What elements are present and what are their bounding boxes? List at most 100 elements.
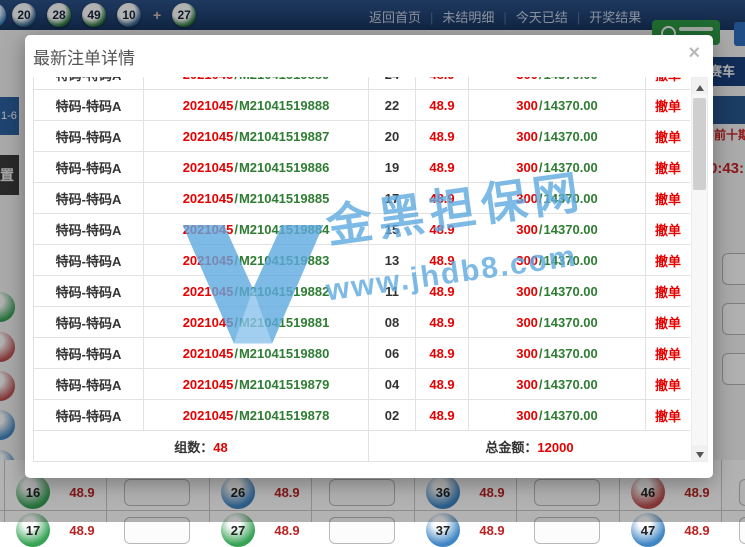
bet-row: 特码-特码A 2021045/M21041519887 20 48.9 300/… (34, 121, 691, 152)
odds-value: 48.9 (429, 129, 454, 144)
cancel-order-link[interactable]: 撤单 (655, 347, 681, 362)
bet-type: 特码-特码A (56, 254, 122, 269)
slash: / (539, 77, 543, 82)
bet-amount: 300 (516, 77, 538, 82)
slash: / (539, 284, 543, 299)
bet-row: 特码-特码A 2021045/M21041519889 24 48.9 300/… (34, 77, 691, 90)
cancel-order-link[interactable]: 撤单 (655, 99, 681, 114)
slash: / (539, 191, 543, 206)
bet-amount: 300 (516, 346, 538, 361)
bet-type: 特码-特码A (56, 409, 122, 424)
groups-label: 组数： (174, 440, 213, 455)
order-number: M21041519878 (239, 408, 329, 423)
period-number: 2021045 (183, 98, 234, 113)
odds-value: 48.9 (429, 160, 454, 175)
slash: / (539, 160, 543, 175)
cancel-order-link[interactable]: 撤单 (655, 192, 681, 207)
period-number: 2021045 (183, 315, 234, 330)
order-number: M21041519879 (239, 377, 329, 392)
cancel-order-link[interactable]: 撤单 (655, 77, 681, 83)
slash: / (539, 346, 543, 361)
bet-number: 20 (385, 129, 399, 144)
total-amount: 14370.00 (544, 408, 598, 423)
cancel-order-link[interactable]: 撤单 (655, 161, 681, 176)
bet-amount: 300 (516, 222, 538, 237)
bet-row: 特码-特码A 2021045/M21041519884 15 48.9 300/… (34, 214, 691, 245)
slash: / (234, 284, 238, 299)
odds-value: 48.9 (429, 284, 454, 299)
period-number: 2021045 (183, 77, 234, 82)
slash: / (234, 315, 238, 330)
cancel-order-link[interactable]: 撤单 (655, 285, 681, 300)
slash: / (539, 315, 543, 330)
bet-number: 11 (385, 284, 399, 299)
bet-row: 特码-特码A 2021045/M21041519885 17 48.9 300/… (34, 183, 691, 214)
cancel-order-link[interactable]: 撤单 (655, 316, 681, 331)
cancel-order-link[interactable]: 撤单 (655, 254, 681, 269)
period-number: 2021045 (183, 284, 234, 299)
cancel-order-link[interactable]: 撤单 (655, 223, 681, 238)
period-number: 2021045 (183, 346, 234, 361)
slash: / (234, 191, 238, 206)
bet-amount: 300 (516, 377, 538, 392)
bet-row: 特码-特码A 2021045/M21041519879 04 48.9 300/… (34, 369, 691, 400)
total-amount: 14370.00 (544, 222, 598, 237)
period-number: 2021045 (183, 160, 234, 175)
bet-table: 特码-特码A 2021045/M21041519889 24 48.9 300/… (33, 77, 690, 462)
slash: / (234, 222, 238, 237)
modal-title: 最新注单详情 (33, 44, 135, 69)
bet-type: 特码-特码A (56, 378, 122, 393)
slash: / (539, 377, 543, 392)
odds-value: 48.9 (429, 377, 454, 392)
bet-type: 特码-特码A (56, 130, 122, 145)
odds-value: 48.9 (429, 98, 454, 113)
cancel-order-link[interactable]: 撤单 (655, 130, 681, 145)
bet-type: 特码-特码A (56, 223, 122, 238)
total-amount: 14370.00 (544, 191, 598, 206)
bet-amount: 300 (516, 284, 538, 299)
cancel-order-link[interactable]: 撤单 (655, 409, 681, 424)
bet-amount: 300 (516, 98, 538, 113)
order-number: M21041519883 (239, 253, 329, 268)
slash: / (234, 77, 238, 82)
slash: / (539, 253, 543, 268)
period-number: 2021045 (183, 129, 234, 144)
period-number: 2021045 (183, 408, 234, 423)
groups-value: 48 (213, 440, 227, 455)
slash: / (234, 129, 238, 144)
bet-amount: 300 (516, 191, 538, 206)
grid-odds: 48.9 (470, 523, 514, 538)
odds-value: 48.9 (429, 253, 454, 268)
table-scrollbar[interactable] (691, 77, 708, 462)
cancel-order-link[interactable]: 撤单 (655, 378, 681, 393)
bet-number: 08 (385, 315, 399, 330)
order-number: M21041519884 (239, 222, 329, 237)
bet-type: 特码-特码A (56, 192, 122, 207)
order-number: M21041519882 (239, 284, 329, 299)
bet-number: 02 (385, 408, 399, 423)
order-number: M21041519888 (239, 98, 329, 113)
bet-type: 特码-特码A (56, 77, 122, 83)
scroll-thumb[interactable] (693, 98, 706, 190)
bet-row: 特码-特码A 2021045/M21041519878 02 48.9 300/… (34, 400, 691, 431)
scroll-down-arrow-icon[interactable] (692, 445, 707, 461)
slash: / (234, 160, 238, 175)
bet-row: 特码-特码A 2021045/M21041519888 22 48.9 300/… (34, 90, 691, 121)
bet-amount: 300 (516, 315, 538, 330)
grid-odds: 48.9 (265, 523, 309, 538)
bet-type: 特码-特码A (56, 316, 122, 331)
total-label: 总金额： (485, 440, 537, 455)
total-value: 12000 (537, 440, 573, 455)
odds-value: 48.9 (429, 346, 454, 361)
total-amount: 14370.00 (544, 77, 598, 82)
scroll-up-arrow-icon[interactable] (692, 78, 707, 94)
bet-number: 17 (385, 191, 399, 206)
order-number: M21041519880 (239, 346, 329, 361)
slash: / (234, 408, 238, 423)
bet-number: 22 (385, 98, 399, 113)
bet-row: 特码-特码A 2021045/M21041519880 06 48.9 300/… (34, 338, 691, 369)
bet-amount: 300 (516, 408, 538, 423)
bet-number: 13 (385, 253, 399, 268)
bet-details-modal: 最新注单详情 × 特码-特码A 2021045/M21041519889 24 … (25, 35, 713, 478)
close-icon[interactable]: × (688, 43, 700, 63)
